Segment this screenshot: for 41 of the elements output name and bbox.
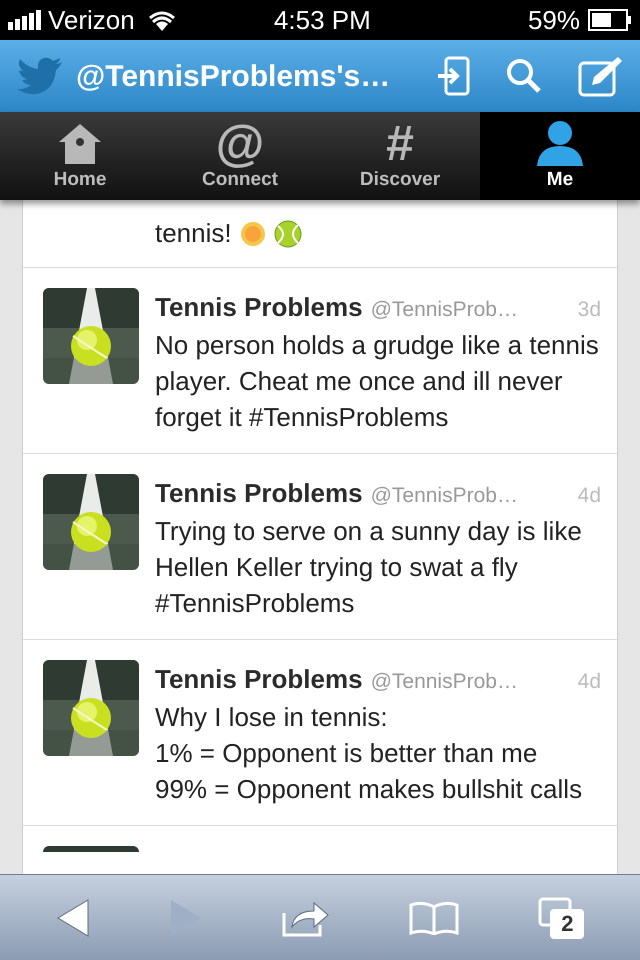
tab-glyph: @ [216, 120, 264, 166]
clock: 4:53 PM [272, 4, 372, 36]
person-icon [535, 120, 585, 166]
tab[interactable]: # Discover [320, 112, 480, 200]
battery-icon [588, 9, 632, 31]
tab-label: Connect [202, 168, 278, 192]
tab-glyph: # [386, 120, 414, 166]
bird-icon[interactable] [16, 56, 64, 96]
tweet-text: No person holds a grudge like a tennis player. Cheat me once and ill never forget it #TennisProblems [155, 329, 600, 434]
author-handle: @TennisProb… [370, 483, 519, 509]
compose-icon[interactable] [578, 55, 624, 97]
nav-title: @TennisProblems's… [76, 58, 392, 94]
tennis-ball-icon [274, 220, 302, 248]
search-icon[interactable] [506, 58, 542, 94]
tweet-time: 4d [578, 669, 601, 695]
signal-icon [8, 10, 44, 30]
carrier: Verizon [48, 4, 135, 36]
sign-in-icon[interactable] [436, 56, 470, 96]
house-icon [57, 122, 103, 166]
sun-icon [240, 220, 266, 246]
author-name: Tennis Problems [155, 663, 363, 696]
tweet-text: tennis! [155, 217, 232, 250]
wifi-icon [146, 9, 177, 31]
tab-label: Home [54, 168, 106, 192]
tab[interactable]: @ Connect [160, 112, 320, 200]
battery-percent: 59% [528, 4, 580, 36]
author-name: Tennis Problems [155, 477, 363, 510]
author-handle: @TennisProb… [370, 297, 519, 323]
bookmarks-icon[interactable] [409, 900, 460, 934]
tweet-text: Trying to serve on a sunny day is like Hellen Keller trying to swat a fly #TennisProblems [155, 515, 583, 620]
tweet-text: Why I lose in tennis: 1% = Opponent is better than me 99% = Opponent makes bullshit calls [155, 701, 584, 806]
tweet-time: 3d [578, 297, 601, 323]
tweet-time: 4d [578, 483, 601, 509]
tab-count[interactable]: 2 [550, 908, 584, 938]
author-handle: @TennisProb… [370, 669, 519, 695]
tab-label: Me [546, 168, 574, 192]
author-name: Tennis Problems [155, 291, 363, 324]
tab[interactable]: Me [480, 112, 640, 200]
tab-label: Discover [360, 168, 440, 192]
tab[interactable]: Home [0, 112, 160, 200]
back-icon[interactable] [56, 898, 90, 936]
